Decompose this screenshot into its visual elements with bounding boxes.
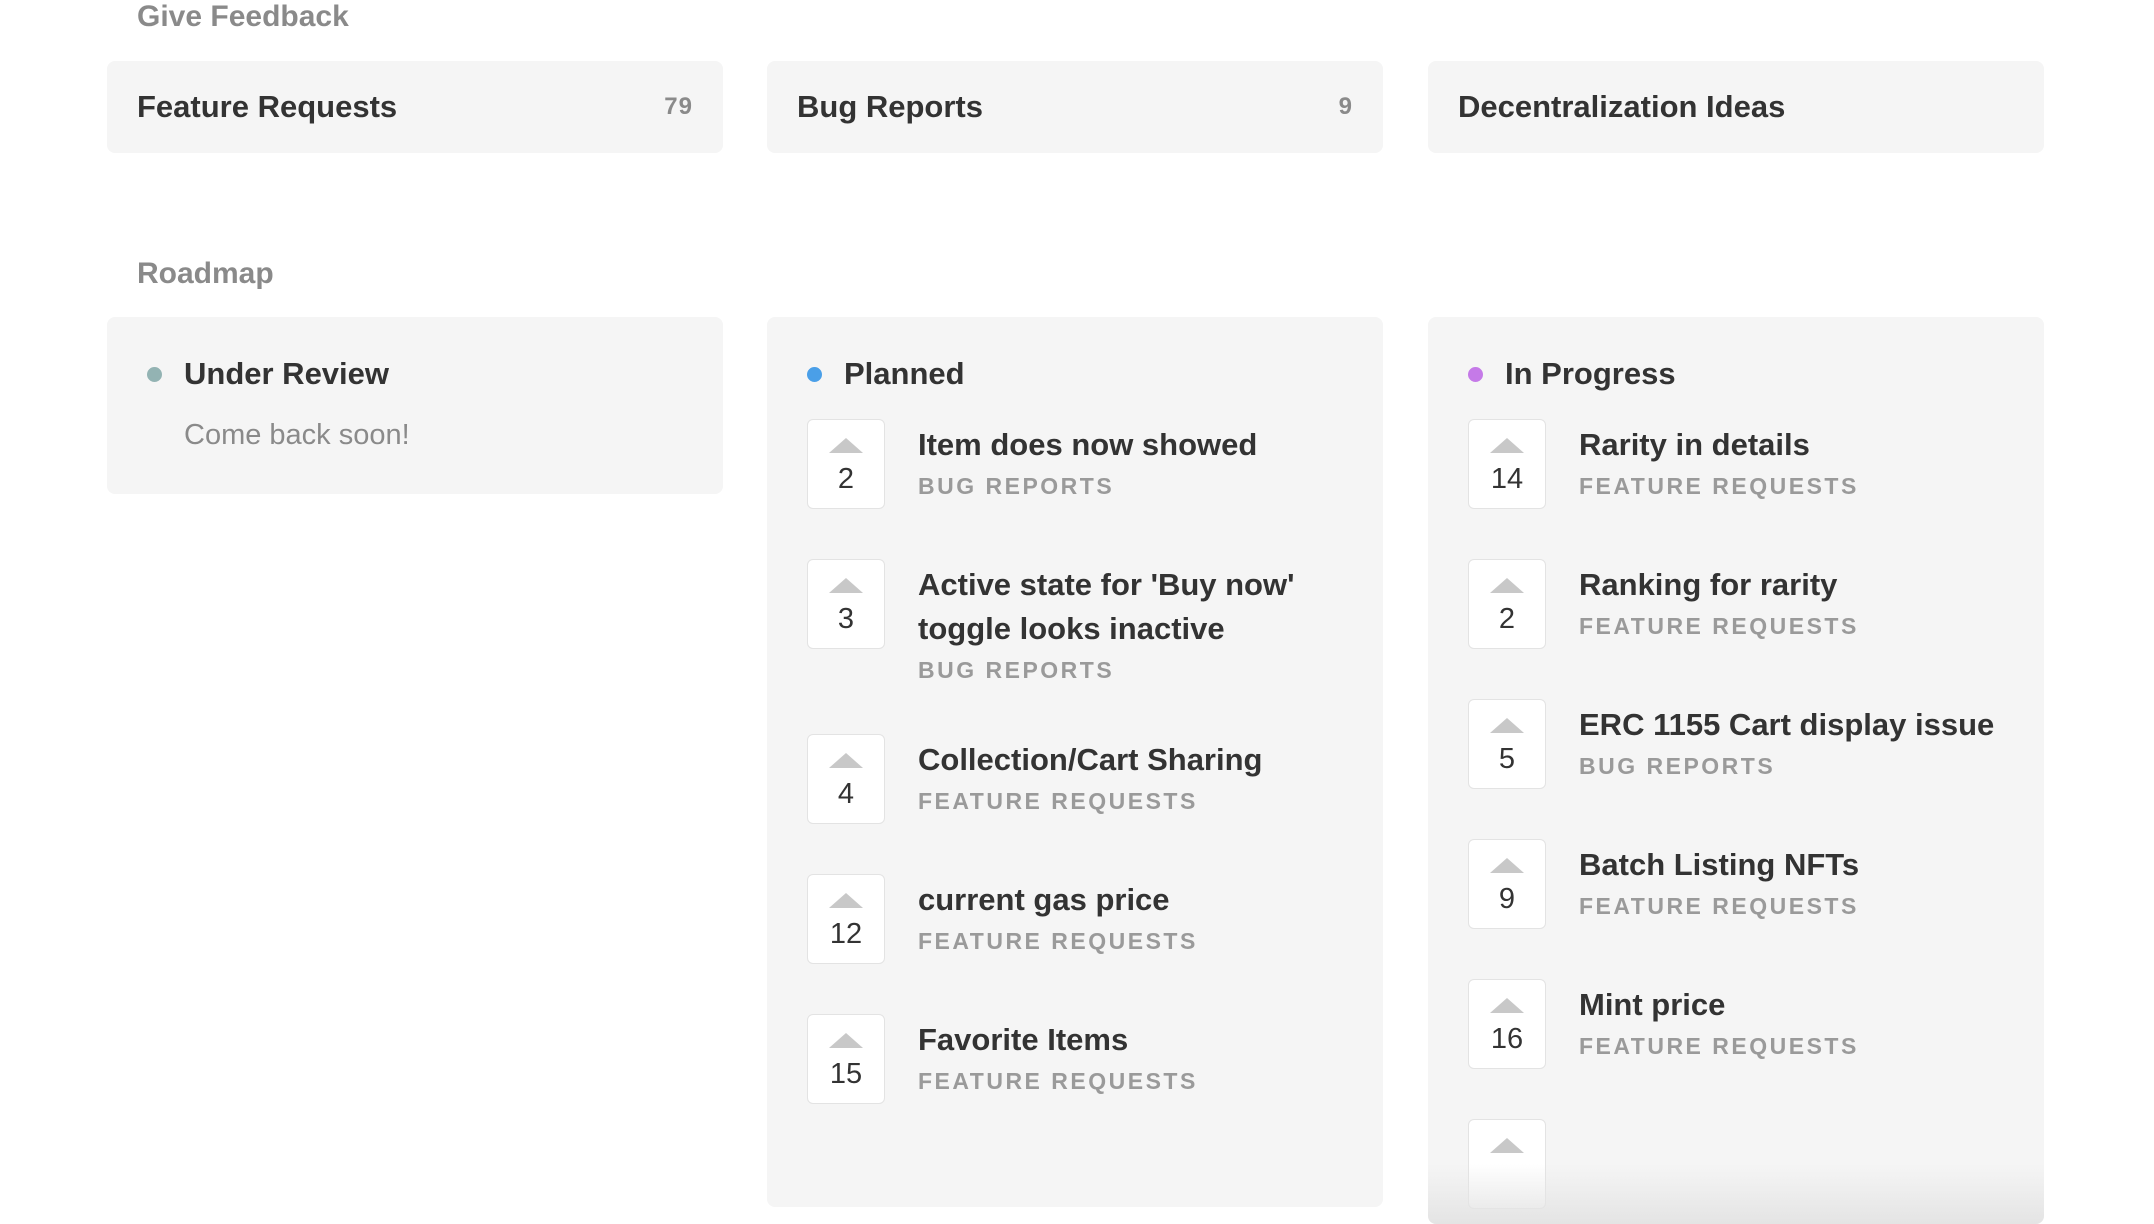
post-body: current gas price Feature Requests [918, 874, 1338, 955]
upvote-arrow-icon [829, 1033, 863, 1048]
roadmap-heading: Roadmap [137, 257, 274, 290]
post-body: Batch Listing NFTs Feature Requests [1579, 839, 1999, 920]
post-title[interactable]: Rarity in details [1579, 423, 1999, 467]
post-body: Item does now showed Bug Reports [918, 419, 1338, 500]
column-header: Planned [807, 351, 1343, 397]
upvote-button[interactable]: 4 [807, 734, 885, 824]
vote-count: 3 [837, 603, 855, 635]
upvote-button[interactable]: 14 [1468, 419, 1546, 509]
upvote-arrow-icon [829, 893, 863, 908]
vote-count: 9 [1498, 883, 1516, 915]
vote-count: 2 [1498, 603, 1516, 635]
status-dot-icon [807, 366, 822, 382]
post-body: Ranking for rarity Feature Requests [1579, 559, 1999, 640]
upvote-arrow-icon [1490, 578, 1524, 593]
upvote-button[interactable]: 2 [1468, 559, 1546, 649]
upvote-arrow-icon [1490, 718, 1524, 733]
post-title[interactable]: Active state for 'Buy now' toggle looks … [918, 563, 1338, 651]
post-category: Bug Reports [1579, 753, 1776, 779]
upvote-button[interactable]: 16 [1468, 979, 1546, 1069]
post-body: Active state for 'Buy now' toggle looks … [918, 559, 1338, 684]
board-name: Bug Reports [797, 89, 983, 124]
post-title[interactable]: current gas price [918, 878, 1338, 922]
roadmap-post: 16 Mint price Feature Requests [1468, 979, 2004, 1069]
roadmap-post: 9 Batch Listing NFTs Feature Requests [1468, 839, 2004, 929]
status-dot-icon [147, 366, 162, 382]
post-category: Feature Requests [1579, 473, 1859, 499]
post-category: Bug Reports [918, 473, 1115, 499]
column-header: In Progress [1468, 351, 2004, 397]
upvote-arrow-icon [829, 578, 863, 593]
post-body: Mint price Feature Requests [1579, 979, 1999, 1060]
roadmap-post-partial [1468, 1119, 2004, 1209]
upvote-arrow-icon [829, 438, 863, 453]
page: Give Feedback Feature Requests 79 Bug Re… [0, 0, 2154, 1224]
post-title[interactable]: Ranking for rarity [1579, 563, 1999, 607]
roadmap-column-planned: Planned 2 Item does now showed Bug Repor… [767, 317, 1383, 1207]
roadmap-post: 5 ERC 1155 Cart display issue Bug Report… [1468, 699, 2004, 789]
post-category: Bug Reports [918, 657, 1115, 683]
post-category: Feature Requests [918, 1068, 1198, 1094]
post-title[interactable]: Collection/Cart Sharing [918, 738, 1338, 782]
column-title: In Progress [1505, 356, 1676, 391]
post-title[interactable]: Batch Listing NFTs [1579, 843, 1999, 887]
upvote-button[interactable]: 9 [1468, 839, 1546, 929]
vote-count: 16 [1490, 1023, 1524, 1055]
upvote-button[interactable]: 15 [807, 1014, 885, 1104]
upvote-button[interactable]: 12 [807, 874, 885, 964]
post-body: Rarity in details Feature Requests [1579, 419, 1999, 500]
upvote-arrow-icon [1490, 858, 1524, 873]
board-feature-requests[interactable]: Feature Requests 79 [107, 61, 723, 153]
upvote-arrow-icon [1490, 998, 1524, 1013]
post-body: ERC 1155 Cart display issue Bug Reports [1579, 699, 1999, 780]
roadmap-post: 15 Favorite Items Feature Requests [807, 1014, 1343, 1104]
vote-count: 5 [1498, 743, 1516, 775]
board-post-count: 9 [1338, 93, 1353, 120]
post-body: Collection/Cart Sharing Feature Requests [918, 734, 1338, 815]
column-header: Under Review [147, 351, 683, 397]
roadmap-post: 2 Ranking for rarity Feature Requests [1468, 559, 2004, 649]
column-title: Planned [844, 356, 965, 391]
status-dot-icon [1468, 366, 1483, 382]
board-bug-reports[interactable]: Bug Reports 9 [767, 61, 1383, 153]
give-feedback-heading: Give Feedback [137, 0, 349, 33]
roadmap-column-in-progress: In Progress 14 Rarity in details Feature… [1428, 317, 2044, 1224]
upvote-arrow-icon [1490, 438, 1524, 453]
post-category: Feature Requests [1579, 893, 1859, 919]
roadmap-post: 14 Rarity in details Feature Requests [1468, 419, 2004, 509]
post-title[interactable]: Item does now showed [918, 423, 1338, 467]
post-title[interactable]: Favorite Items [918, 1018, 1338, 1062]
roadmap-post: 2 Item does now showed Bug Reports [807, 419, 1343, 509]
upvote-button[interactable]: 3 [807, 559, 885, 649]
roadmap-column-under-review: Under Review Come back soon! [107, 317, 723, 494]
post-category: Feature Requests [1579, 1033, 1859, 1059]
vote-count: 15 [829, 1058, 863, 1090]
board-name: Feature Requests [137, 89, 398, 124]
vote-count: 12 [829, 918, 863, 950]
upvote-arrow-icon [1490, 1138, 1524, 1153]
vote-count: 14 [1490, 463, 1524, 495]
upvote-arrow-icon [829, 753, 863, 768]
post-title[interactable]: ERC 1155 Cart display issue [1579, 703, 1999, 747]
roadmap-post: 3 Active state for 'Buy now' toggle look… [807, 559, 1343, 684]
post-body: Favorite Items Feature Requests [918, 1014, 1338, 1095]
upvote-button[interactable]: 5 [1468, 699, 1546, 789]
empty-state-message: Come back soon! [184, 419, 410, 451]
post-title[interactable]: Mint price [1579, 983, 1999, 1027]
board-name: Decentralization Ideas [1458, 89, 1786, 124]
column-title: Under Review [184, 356, 390, 391]
vote-count: 4 [837, 778, 855, 810]
post-category: Feature Requests [1579, 613, 1859, 639]
board-decentralization-ideas[interactable]: Decentralization Ideas [1428, 61, 2044, 153]
post-category: Feature Requests [918, 928, 1198, 954]
board-post-count: 79 [664, 93, 693, 120]
roadmap-post: 12 current gas price Feature Requests [807, 874, 1343, 964]
post-category: Feature Requests [918, 788, 1198, 814]
upvote-button[interactable] [1468, 1119, 1546, 1209]
roadmap-post: 4 Collection/Cart Sharing Feature Reques… [807, 734, 1343, 824]
upvote-button[interactable]: 2 [807, 419, 885, 509]
vote-count: 2 [837, 463, 855, 495]
